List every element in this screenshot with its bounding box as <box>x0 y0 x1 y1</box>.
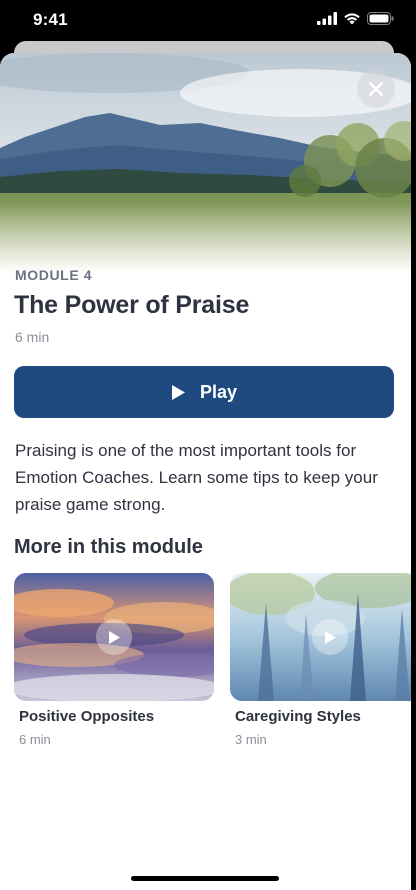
card-title: Caregiving Styles <box>235 708 361 725</box>
module-sheet: MODULE 4 The Power of Praise 6 min Play … <box>0 53 411 890</box>
close-icon <box>369 82 383 96</box>
play-icon <box>324 630 336 644</box>
module-label: MODULE 4 <box>15 267 93 283</box>
card-play-button[interactable] <box>312 619 348 655</box>
module-description: Praising is one of the most important to… <box>15 441 378 514</box>
card-duration: 3 min <box>235 732 267 747</box>
module-duration: 6 min <box>15 329 50 345</box>
status-time: 9:41 <box>33 10 68 29</box>
page-title: The Power of Praise <box>14 291 250 319</box>
play-icon <box>108 630 120 644</box>
module-card-caregiving-styles[interactable]: Caregiving Styles 3 min <box>230 573 411 747</box>
module-card-positive-opposites[interactable]: Positive Opposites 6 min <box>14 573 214 747</box>
card-duration: 6 min <box>19 732 51 747</box>
play-icon <box>171 384 185 400</box>
card-title: Positive Opposites <box>19 708 155 725</box>
home-indicator <box>131 876 279 881</box>
section-title: More in this module <box>14 536 203 558</box>
battery-icon <box>367 12 394 25</box>
signal-icon <box>317 12 337 25</box>
play-button[interactable]: Play <box>14 366 394 418</box>
close-button[interactable] <box>357 70 395 108</box>
card-play-button[interactable] <box>96 619 132 655</box>
hero-image <box>0 53 411 273</box>
card-thumbnail <box>230 573 411 701</box>
play-button-label: Play <box>199 381 238 402</box>
card-thumbnail <box>14 573 214 701</box>
wifi-icon <box>344 13 360 25</box>
status-bar: 9:41 <box>0 0 416 42</box>
status-icons <box>317 12 394 25</box>
